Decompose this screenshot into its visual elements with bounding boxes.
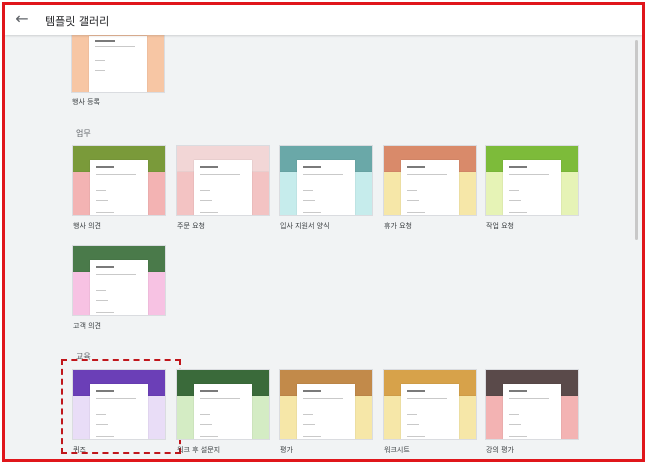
form-line [303,424,315,425]
template-label: 행사 의견 [73,222,101,230]
form-line [303,166,321,168]
template-label: 워크시트 [384,446,410,454]
template-label: 워크 후 설문지 [177,446,221,454]
template-form-preview [401,384,459,439]
back-arrow-icon[interactable]: ← [13,10,31,28]
form-line [96,190,106,191]
form-line [509,390,527,392]
form-line [303,398,343,399]
form-line [509,190,519,191]
template-card-education-4[interactable] [485,369,579,440]
form-line [509,212,527,213]
template-form-preview [401,160,459,215]
form-line [509,414,519,415]
form-line [96,414,106,415]
template-form-preview [194,384,252,439]
form-line [303,414,313,415]
section-title-work: 업무 [76,129,91,138]
form-line [303,200,315,201]
template-form-preview [90,160,148,215]
form-line [96,436,114,437]
form-line [407,174,447,175]
form-line [407,390,425,392]
form-line [407,212,425,213]
form-line [407,200,419,201]
form-line [407,190,417,191]
form-line [200,200,212,201]
template-label: 평가 [280,446,293,454]
section-title-education: 교육 [76,352,91,361]
template-card-education-3[interactable] [383,369,477,440]
form-line [96,174,136,175]
form-line [303,212,321,213]
template-label: 강의 평가 [486,446,514,454]
form-line [303,436,321,437]
template-label: 작업 요청 [486,222,514,230]
form-line [200,414,210,415]
form-line [200,424,212,425]
template-card-event-registration[interactable] [71,31,165,93]
form-line [200,436,218,437]
form-line [96,398,136,399]
form-line [96,424,108,425]
form-line [407,436,425,437]
form-line [407,398,447,399]
template-card-work-4[interactable] [485,145,579,216]
template-card-work-0[interactable] [72,145,166,216]
form-line [509,200,521,201]
form-line [200,174,240,175]
form-line [407,166,425,168]
template-label: 휴가 요청 [384,222,412,230]
form-line [509,166,527,168]
template-form-preview [503,384,561,439]
template-card-work-1[interactable] [176,145,270,216]
form-line [303,190,313,191]
form-line [200,390,218,392]
template-label: 퀴즈 [73,446,86,454]
form-line [303,174,343,175]
template-card-education-0[interactable] [72,369,166,440]
form-line [509,174,549,175]
template-card-customer-feedback[interactable] [72,245,166,316]
form-line [509,436,527,437]
form-line [96,166,114,168]
template-card-work-2[interactable] [279,145,373,216]
form-line [200,212,218,213]
template-label: 행사 등록 [72,98,100,106]
template-card-work-3[interactable] [383,145,477,216]
template-label: 입사 지원서 양식 [280,222,330,230]
form-line [303,390,321,392]
template-label: 주문 요청 [177,222,205,230]
form-line [96,212,114,213]
template-form-preview [297,160,355,215]
top-bar: ← 템플릿 갤러리 [5,5,642,35]
form-line [407,414,417,415]
template-form-preview [503,160,561,215]
form-line [200,166,218,168]
template-label: 고객 의견 [73,322,101,330]
form-line [96,200,108,201]
form-line [509,398,549,399]
form-line [200,190,210,191]
template-form-preview [297,384,355,439]
template-form-preview [90,384,148,439]
form-line [96,390,114,392]
template-form-preview [194,160,252,215]
form-line [407,424,419,425]
template-card-education-1[interactable] [176,369,270,440]
template-gallery-window: ← 템플릿 갤러리 행사 등록 업무 고객 의견 교육 행사 의견 주문 요청 입 [2,2,645,462]
scrollbar[interactable] [635,40,638,240]
form-line [200,398,240,399]
form-line [509,424,521,425]
page-title: 템플릿 갤러리 [45,15,110,28]
template-card-education-2[interactable] [279,369,373,440]
